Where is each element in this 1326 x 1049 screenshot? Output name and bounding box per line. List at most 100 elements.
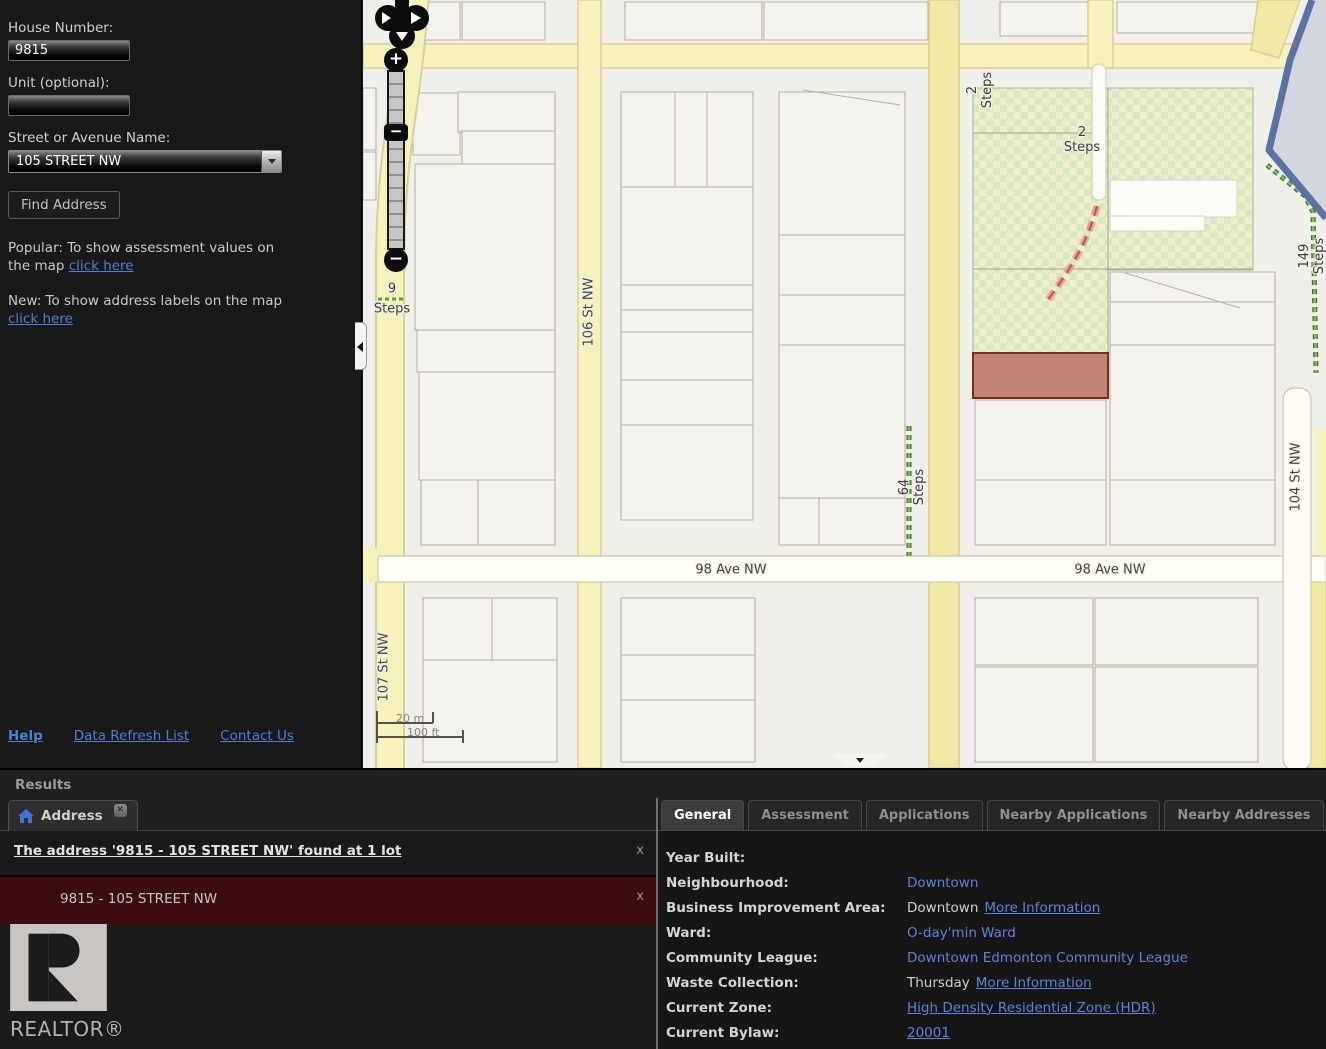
chevron-down-icon	[856, 758, 864, 763]
found-heading-link[interactable]: The address '9815 - 105 STREET NW' found…	[14, 843, 401, 859]
map-viewport[interactable]: 106 St NW 107 St NW 98 Ave NW 98 Ave NW …	[363, 0, 1326, 768]
street-label-106st: 106 St NW	[582, 277, 597, 346]
detail-label: Waste Collection:	[666, 975, 907, 991]
detail-label: Current Zone:	[666, 1000, 907, 1016]
more-information-link[interactable]: More Information	[976, 975, 1092, 991]
steps-149-word: Steps	[1312, 238, 1326, 274]
steps-label-64: 64Steps	[897, 469, 927, 505]
steps-2h-word: Steps	[1064, 140, 1100, 155]
detail-row-waste-collection: Waste Collection: Thursday More Informat…	[666, 970, 1326, 995]
steps-2v-word: Steps	[980, 72, 995, 108]
sidebar-collapse-handle[interactable]	[355, 322, 367, 370]
found-heading-close[interactable]: x	[636, 843, 644, 858]
realtor-logo-caption: REALTOR®	[10, 1017, 130, 1041]
find-address-button[interactable]: Find Address	[8, 191, 120, 219]
map-pan-control[interactable]	[375, 0, 429, 50]
selected-lot-highlight[interactable]	[973, 353, 1108, 398]
detail-row-current-zone: Current Zone: High Density Residential Z…	[666, 995, 1326, 1020]
tab-applications[interactable]: Applications	[866, 800, 983, 830]
realtor-logo-icon	[10, 924, 107, 1011]
steps-label-2-horizontal: 2Steps	[1064, 125, 1100, 155]
zoom-out-button[interactable]: −	[384, 248, 408, 272]
detail-value: Downtown	[907, 900, 978, 916]
map-canvas[interactable]	[363, 0, 1326, 768]
sidebar: House Number: Unit (optional): Street or…	[0, 0, 362, 768]
select-dropdown-button[interactable]	[261, 151, 281, 172]
neighbourhood-link[interactable]: Downtown	[907, 875, 978, 891]
tab-general[interactable]: General	[661, 800, 744, 830]
house-number-label: House Number:	[8, 20, 361, 36]
community-league-link[interactable]: Downtown Edmonton Community League	[907, 950, 1188, 966]
detail-label: Current Bylaw:	[666, 1025, 907, 1041]
popular-note: Popular: To show assessment values on th…	[8, 239, 294, 275]
tab-address[interactable]: Address ✕	[8, 800, 138, 831]
chevron-left-icon	[357, 342, 363, 352]
details-panel: General Assessment Applications Nearby A…	[658, 800, 1326, 1049]
steps-64-word: Steps	[912, 469, 927, 505]
steps-9-word: Steps	[374, 302, 410, 317]
steps-149-count: 149	[1297, 238, 1312, 274]
ward-link[interactable]: O-day'min Ward	[907, 925, 1016, 941]
steps-9-count: 9	[388, 282, 396, 297]
tab-nearby-addresses[interactable]: Nearby Addresses	[1164, 800, 1323, 830]
popular-click-here-link[interactable]: click here	[69, 258, 134, 274]
street-label-98ave-west: 98 Ave NW	[695, 563, 766, 578]
sidebar-footer: Help Data Refresh List Contact Us	[8, 728, 294, 744]
data-refresh-list-link[interactable]: Data Refresh List	[74, 728, 189, 744]
current-zone-link[interactable]: High Density Residential Zone (HDR)	[907, 1000, 1156, 1016]
address-result-row-selected[interactable]: 9815 - 105 STREET NW x	[0, 877, 656, 926]
zoom-slider-handle[interactable]: −	[384, 124, 408, 141]
house-number-input[interactable]	[8, 40, 130, 61]
detail-row-neighbourhood: Neighbourhood: Downtown	[666, 870, 1326, 895]
address-result-label[interactable]: 9815 - 105 STREET NW	[60, 891, 217, 907]
steps-label-9: 9 Steps	[374, 282, 410, 317]
detail-label: Neighbourhood:	[666, 875, 907, 891]
unit-input[interactable]	[8, 95, 130, 116]
steps-2v-count: 2	[965, 72, 980, 108]
address-result-close[interactable]: x	[636, 889, 644, 904]
steps-64-count: 64	[897, 469, 912, 505]
found-heading-row: The address '9815 - 105 STREET NW' found…	[0, 831, 656, 877]
new-note: New: To show address labels on the map c…	[8, 292, 294, 328]
tab-close-icon[interactable]: ✕	[113, 803, 128, 818]
address-results-list: The address '9815 - 105 STREET NW' found…	[0, 831, 656, 1049]
steps-label-149: 149Steps	[1297, 238, 1326, 274]
zoom-track[interactable]: −	[387, 70, 405, 250]
general-details: Year Built: Neighbourhood: Downtown Busi…	[658, 831, 1326, 1049]
detail-row-ward: Ward: O-day'min Ward	[666, 920, 1326, 945]
tab-assessment[interactable]: Assessment	[748, 800, 862, 830]
street-label-107st: 107 St NW	[377, 632, 392, 701]
detail-row-current-bylaw: Current Bylaw: 20001	[666, 1020, 1326, 1045]
street-name-selected-value: 105 STREET NW	[9, 151, 261, 172]
steps-9-dash	[378, 298, 406, 301]
new-note-text: New: To show address labels on the map	[8, 293, 282, 309]
detail-label: Business Improvement Area:	[666, 900, 907, 916]
street-name-label: Street or Avenue Name:	[8, 130, 361, 146]
detail-label: Ward:	[666, 925, 907, 941]
more-information-link[interactable]: More Information	[984, 900, 1100, 916]
current-bylaw-link[interactable]: 20001	[907, 1025, 950, 1041]
results-title: Results	[15, 777, 71, 793]
detail-row-community-league: Community League: Downtown Edmonton Comm…	[666, 945, 1326, 970]
map-zoom-slider[interactable]: + − −	[383, 48, 409, 272]
new-click-here-link[interactable]: click here	[8, 311, 73, 327]
detail-row-year-built: Year Built:	[666, 845, 1326, 870]
tab-nearby-applications[interactable]: Nearby Applications	[987, 800, 1161, 830]
home-icon	[18, 809, 34, 823]
steps-2h-count: 2	[1064, 125, 1100, 140]
street-label-98ave-east: 98 Ave NW	[1074, 563, 1145, 578]
street-label-104st: 104 St NW	[1289, 442, 1304, 511]
tab-address-label: Address	[41, 808, 103, 824]
scale-metric-label: 20 m	[396, 712, 424, 725]
unit-label: Unit (optional):	[8, 75, 361, 91]
detail-label: Year Built:	[666, 850, 907, 866]
street-name-select[interactable]: 105 STREET NW	[8, 150, 282, 173]
help-link[interactable]: Help	[8, 728, 43, 744]
zoom-in-button[interactable]: +	[384, 48, 408, 72]
details-tabbar: General Assessment Applications Nearby A…	[658, 800, 1326, 831]
detail-value: Thursday	[907, 975, 970, 991]
results-panel: Results Address ✕ The address '9815 - 10…	[0, 768, 1326, 1049]
realtor-logo: REALTOR®	[10, 924, 130, 1041]
contact-us-link[interactable]: Contact Us	[220, 728, 294, 744]
popular-note-text: Popular: To show assessment values on th…	[8, 240, 274, 274]
